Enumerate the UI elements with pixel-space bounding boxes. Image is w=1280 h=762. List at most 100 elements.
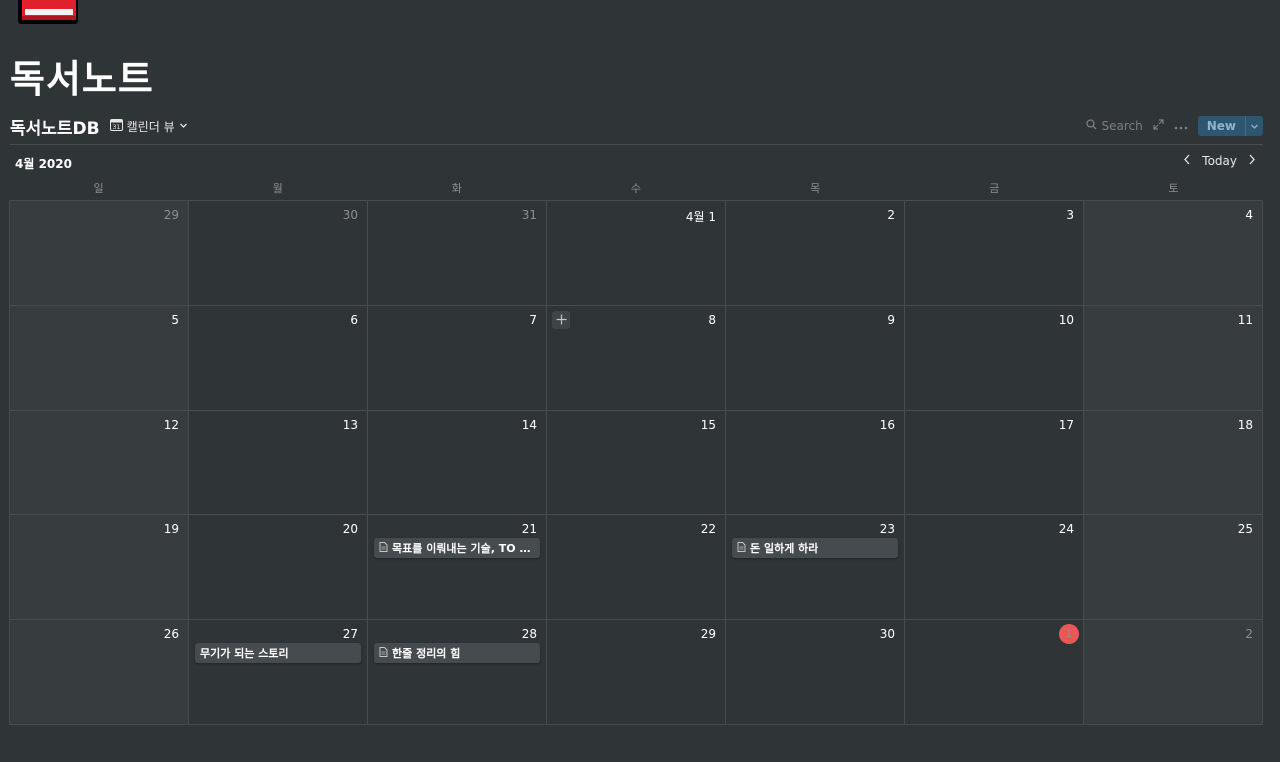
page-icon xyxy=(737,541,746,555)
day-number: 29 xyxy=(700,627,716,642)
calendar-day-cell[interactable]: 2 xyxy=(1084,620,1263,725)
weekday-label: 월 xyxy=(272,182,283,195)
calendar-day-cell[interactable]: 21 목표를 이뤄내는 기술, TO DO ... xyxy=(368,515,547,621)
calendar-day-cell[interactable]: 15 xyxy=(547,410,726,516)
database-header: 독서노트DB 31 캘린더 뷰 Search New xyxy=(10,114,1263,139)
calendar-day-cell[interactable]: 18 xyxy=(1084,410,1263,516)
day-number: 24 xyxy=(1058,522,1074,537)
chevron-left-icon[interactable] xyxy=(1183,154,1192,168)
today-date-badge: 1 xyxy=(1059,624,1079,645)
calendar-day-cell[interactable]: 22 xyxy=(547,515,726,621)
day-number: 28 xyxy=(521,627,537,642)
chevron-down-icon xyxy=(179,119,188,133)
weekday-label: 화 xyxy=(451,182,462,195)
day-number: 19 xyxy=(163,522,179,537)
new-label: New xyxy=(1206,119,1236,133)
expand-icon[interactable] xyxy=(1153,119,1164,133)
search-button[interactable]: Search xyxy=(1086,119,1143,133)
chevron-down-icon[interactable] xyxy=(1245,116,1263,136)
event-card[interactable]: 무기가 되는 스토리 xyxy=(195,643,361,664)
day-number: 31 xyxy=(521,208,537,222)
calendar-day-cell[interactable]: 29 xyxy=(10,201,189,306)
add-icon[interactable] xyxy=(552,310,570,329)
weekday-header: 일월화수목금토 xyxy=(9,180,1263,196)
weekday-label: 일 xyxy=(93,182,104,195)
day-number: 12 xyxy=(163,417,179,432)
calendar-day-cell[interactable]: 9 xyxy=(726,305,905,411)
calendar-day-cell[interactable]: 30 xyxy=(726,620,905,725)
day-number: 25 xyxy=(1237,522,1253,537)
calendar-day-cell[interactable]: 27 무기가 되는 스토리 xyxy=(189,620,368,725)
search-icon xyxy=(1086,119,1097,133)
calendar-day-cell[interactable]: 6 xyxy=(189,305,368,411)
calendar-grid: 29 30 31 4월 1 2 3 4 5 6 7 8 9 10 11 12 13 14 15 16 17 18 19 20… xyxy=(9,200,1263,725)
page-icon xyxy=(379,646,388,660)
view-label: 캘린더 뷰 xyxy=(126,119,175,134)
day-number: 22 xyxy=(700,522,716,537)
day-number: 4월 1 xyxy=(685,210,716,224)
calendar-day-cell[interactable]: 11 xyxy=(1084,305,1263,411)
calendar-day-cell[interactable]: 25 xyxy=(1084,515,1263,621)
divider xyxy=(10,144,1263,145)
calendar-day-cell[interactable]: 12 xyxy=(10,410,189,516)
day-number: 2 xyxy=(887,208,895,222)
calendar-icon: 31 xyxy=(109,118,123,134)
calendar-day-cell[interactable]: 10 xyxy=(905,305,1084,411)
calendar-day-cell[interactable]: 16 xyxy=(726,410,905,516)
calendar-day-cell[interactable]: 5 xyxy=(10,305,189,411)
calendar-day-cell[interactable]: 26 xyxy=(10,620,189,725)
calendar-day-cell[interactable]: 17 xyxy=(905,410,1084,516)
day-number: 4 xyxy=(1245,208,1253,222)
day-number: 2 xyxy=(1245,627,1253,642)
day-number: 30 xyxy=(879,627,895,642)
calendar-day-cell[interactable]: 31 xyxy=(368,201,547,306)
day-number: 21 xyxy=(521,522,537,537)
new-button[interactable]: New xyxy=(1197,116,1263,136)
today-button[interactable]: Today xyxy=(1202,154,1237,168)
day-number: 5 xyxy=(171,312,179,327)
page-title[interactable]: 독서노트 xyxy=(10,48,154,103)
event-title: 돈 일하게 하라 xyxy=(750,542,819,556)
calendar-day-cell[interactable]: 3 xyxy=(905,201,1084,306)
day-number: 8 xyxy=(708,312,716,327)
svg-text:31: 31 xyxy=(112,124,120,131)
database-title[interactable]: 독서노트DB xyxy=(10,114,100,139)
event-card[interactable]: 돈 일하게 하라 xyxy=(732,538,898,559)
calendar-day-cell[interactable]: 2 xyxy=(726,201,905,306)
calendar-day-cell[interactable]: 13 xyxy=(189,410,368,516)
calendar-day-cell[interactable]: 4월 1 xyxy=(547,201,726,306)
calendar-day-cell[interactable]: 1 xyxy=(905,620,1084,725)
page-icon xyxy=(379,541,388,555)
day-number: 30 xyxy=(342,208,358,222)
event-card[interactable]: 목표를 이뤄내는 기술, TO DO ... xyxy=(374,538,540,559)
calendar-day-cell[interactable]: 4 xyxy=(1084,201,1263,306)
weekday-label: 목 xyxy=(810,182,821,195)
day-number: 26 xyxy=(163,627,179,642)
weekday-label: 토 xyxy=(1168,182,1179,195)
day-number: 18 xyxy=(1237,417,1253,432)
day-number: 20 xyxy=(342,522,358,537)
calendar-day-cell[interactable]: 8 xyxy=(547,305,726,411)
more-options-icon[interactable] xyxy=(1174,119,1188,133)
day-number: 27 xyxy=(342,627,358,642)
day-number: 14 xyxy=(521,417,537,432)
day-number: 13 xyxy=(342,417,358,432)
calendar-navigation: Today xyxy=(1183,154,1256,168)
weekday-label: 금 xyxy=(989,182,1000,195)
calendar-day-cell[interactable]: 29 xyxy=(547,620,726,725)
database-toolbar: Search New xyxy=(1086,116,1263,136)
calendar-day-cell[interactable]: 7 xyxy=(368,305,547,411)
event-title: 한줄 정리의 힘 xyxy=(392,647,461,661)
red-book-icon[interactable] xyxy=(16,0,80,28)
calendar-day-cell[interactable]: 24 xyxy=(905,515,1084,621)
calendar-day-cell[interactable]: 23 돈 일하게 하라 xyxy=(726,515,905,621)
calendar-day-cell[interactable]: 30 xyxy=(189,201,368,306)
calendar-day-cell[interactable]: 28 한줄 정리의 힘 xyxy=(368,620,547,725)
view-switcher[interactable]: 31 캘린더 뷰 xyxy=(109,118,188,135)
event-card[interactable]: 한줄 정리의 힘 xyxy=(374,643,540,664)
search-label: Search xyxy=(1101,119,1143,133)
calendar-day-cell[interactable]: 20 xyxy=(189,515,368,621)
calendar-day-cell[interactable]: 19 xyxy=(10,515,189,621)
calendar-day-cell[interactable]: 14 xyxy=(368,410,547,516)
chevron-right-icon[interactable] xyxy=(1247,154,1256,168)
